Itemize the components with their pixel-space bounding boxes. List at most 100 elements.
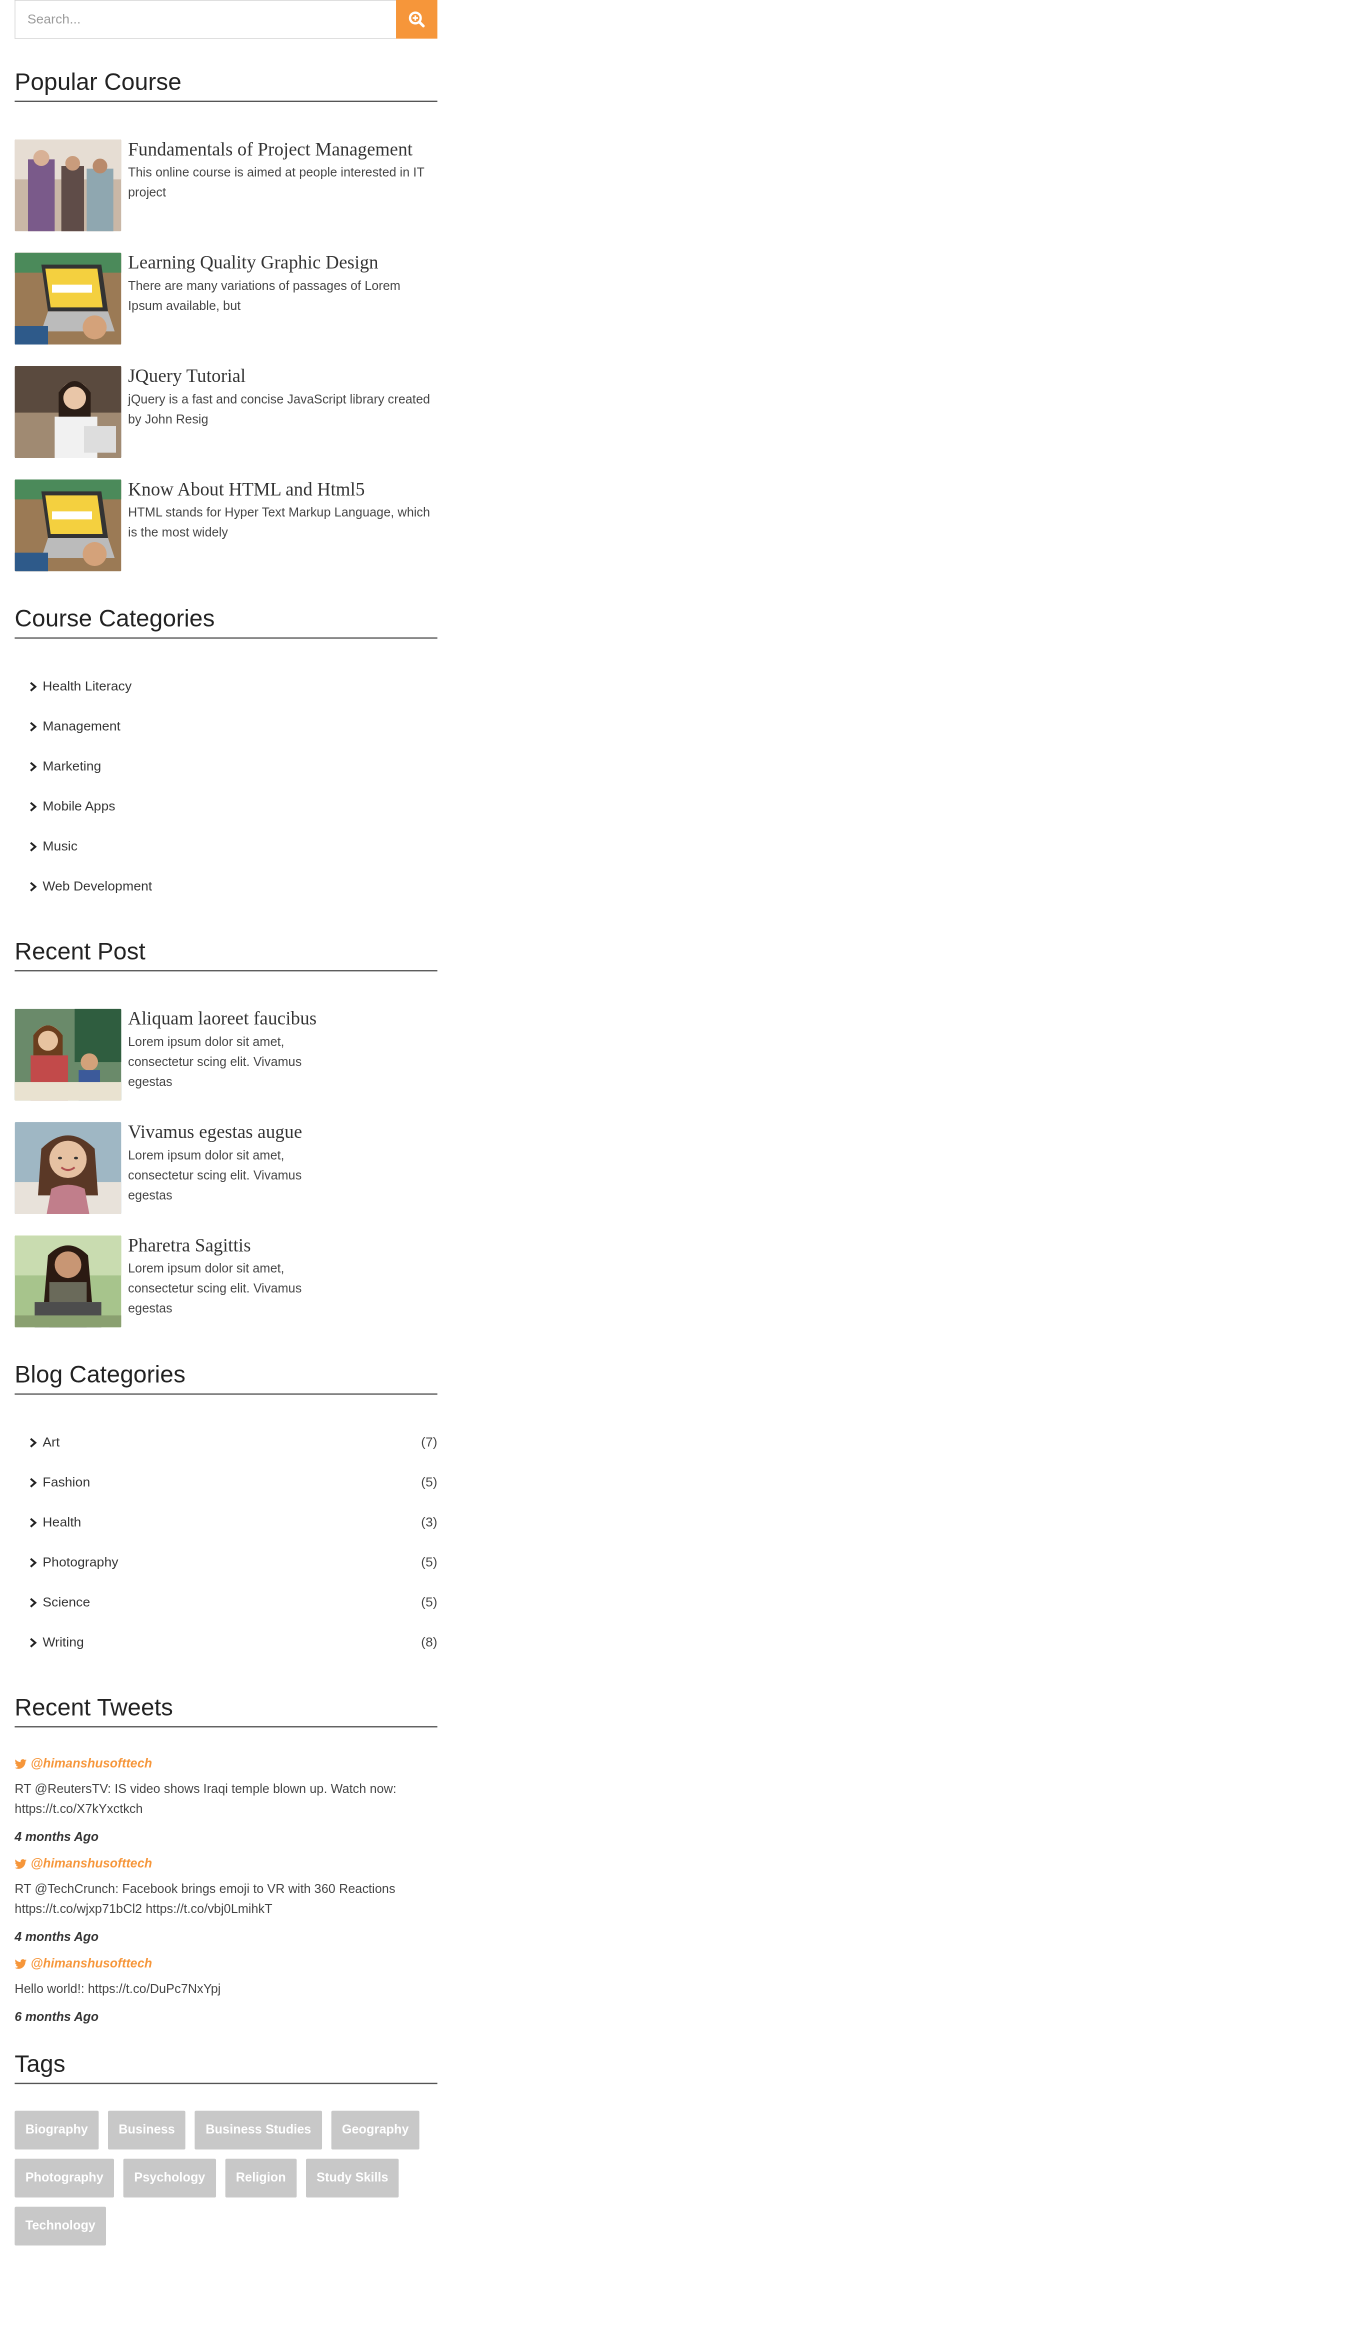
tag[interactable]: Photography: [14, 2158, 115, 2198]
course-item[interactable]: Fundamentals of Project Management This …: [14, 139, 438, 232]
tweet-text: Hello world!: https://t.co/DuPc7NxYpj: [14, 1982, 221, 1997]
tag[interactable]: Business: [107, 2110, 186, 2150]
post-item[interactable]: Pharetra Sagittis Lorem ipsum dolor sit …: [14, 1235, 438, 1328]
blog-category-label[interactable]: Health: [43, 1515, 82, 1530]
course-categories-widget: Course Categories Health Literacy Manage…: [14, 603, 438, 907]
post-count: (5): [421, 1555, 438, 1570]
tag[interactable]: Study Skills: [305, 2158, 400, 2198]
post-excerpt: Lorem ipsum dolor sit amet, consectetur …: [128, 1148, 302, 1203]
widget-title: Blog Categories: [14, 1359, 438, 1395]
course-title[interactable]: JQuery Tutorial: [128, 366, 437, 387]
category-label[interactable]: Marketing: [43, 759, 102, 774]
course-title[interactable]: Learning Quality Graphic Design: [128, 253, 437, 274]
chevron-right-icon: [30, 761, 37, 772]
search-form: [14, 0, 438, 39]
tweet-text: RT @ReutersTV: IS video shows Iraqi temp…: [14, 1782, 397, 1817]
post-count: (5): [421, 1475, 438, 1490]
course-thumbnail[interactable]: [14, 139, 122, 232]
chevron-right-icon: [30, 1437, 37, 1448]
blog-category-item[interactable]: Health (3): [28, 1503, 437, 1543]
blog-category-label[interactable]: Art: [43, 1435, 60, 1450]
course-item[interactable]: JQuery Tutorial jQuery is a fast and con…: [14, 366, 438, 459]
blog-category-item[interactable]: Fashion (5): [28, 1463, 437, 1503]
tag[interactable]: Business Studies: [194, 2110, 322, 2150]
twitter-icon: [14, 1859, 27, 1869]
category-label[interactable]: Health Literacy: [43, 679, 132, 694]
course-item[interactable]: Know About HTML and Html5 HTML stands fo…: [14, 479, 438, 572]
category-label[interactable]: Mobile Apps: [43, 799, 116, 814]
chevron-right-icon: [30, 721, 37, 732]
widget-title: Course Categories: [14, 603, 438, 639]
search-button[interactable]: [396, 0, 438, 39]
post-title[interactable]: Vivamus egestas augue: [128, 1122, 328, 1143]
recent-post-widget: Recent Post Aliquam laoreet faucibus Lor…: [14, 936, 438, 1328]
category-item[interactable]: Health Literacy: [28, 667, 437, 707]
post-thumbnail[interactable]: [14, 1122, 122, 1215]
search-icon: [408, 11, 425, 28]
post-count: (7): [421, 1435, 438, 1450]
tweet-handle[interactable]: @himanshusofttech: [31, 1757, 152, 1772]
category-item[interactable]: Marketing: [28, 747, 437, 787]
chevron-right-icon: [30, 1557, 37, 1568]
blog-category-item[interactable]: Art (7): [28, 1423, 437, 1463]
post-item[interactable]: Aliquam laoreet faucibus Lorem ipsum dol…: [14, 1008, 438, 1101]
blog-category-item[interactable]: Writing (8): [28, 1623, 437, 1663]
tweet: @himanshusofttech RT @ReutersTV: IS vide…: [14, 1754, 438, 1849]
post-excerpt: Lorem ipsum dolor sit amet, consectetur …: [128, 1035, 302, 1090]
post-count: (5): [421, 1595, 438, 1610]
course-thumbnail[interactable]: [14, 366, 122, 459]
post-excerpt: Lorem ipsum dolor sit amet, consectetur …: [128, 1262, 302, 1317]
blog-category-item[interactable]: Photography (5): [28, 1543, 437, 1583]
category-item[interactable]: Music: [28, 827, 437, 867]
category-item[interactable]: Web Development: [28, 867, 437, 907]
chevron-right-icon: [30, 881, 37, 892]
blog-category-item[interactable]: Science (5): [28, 1583, 437, 1623]
twitter-icon: [14, 1759, 27, 1769]
category-label[interactable]: Web Development: [43, 879, 152, 894]
tag[interactable]: Technology: [14, 2206, 107, 2246]
post-thumbnail[interactable]: [14, 1008, 122, 1101]
category-label[interactable]: Management: [43, 719, 121, 734]
tweet-time: 4 months Ago: [14, 1930, 99, 1945]
post-title[interactable]: Aliquam laoreet faucibus: [128, 1009, 328, 1030]
chevron-right-icon: [30, 801, 37, 812]
tag[interactable]: Psychology: [123, 2158, 216, 2198]
blog-category-list: Art (7) Fashion (5) Health (3) Photography (…: [15, 1423, 438, 1663]
category-item[interactable]: Mobile Apps: [28, 787, 437, 827]
widget-title: Popular Course: [14, 67, 438, 103]
blog-category-label[interactable]: Photography: [43, 1555, 119, 1570]
blog-categories-widget: Blog Categories Art (7) Fashion (5) Health…: [14, 1359, 438, 1663]
course-description: HTML stands for Hyper Text Markup Langua…: [128, 506, 431, 541]
tweet: @himanshusofttech Hello world!: https://…: [14, 1954, 438, 2029]
tweet-handle[interactable]: @himanshusofttech: [31, 1857, 152, 1872]
course-title[interactable]: Know About HTML and Html5: [128, 479, 437, 500]
tweet-handle[interactable]: @himanshusofttech: [31, 1957, 152, 1972]
category-label[interactable]: Music: [43, 839, 78, 854]
tweet-time: 6 months Ago: [14, 2010, 99, 2025]
course-thumbnail[interactable]: [14, 252, 122, 345]
widget-title: Recent Tweets: [14, 1692, 438, 1728]
widget-title: Tags: [14, 2049, 438, 2085]
post-item[interactable]: Vivamus egestas augue Lorem ipsum dolor …: [14, 1122, 438, 1215]
category-item[interactable]: Management: [28, 707, 437, 747]
tag-cloud: Biography Business Business Studies Geog…: [14, 2110, 438, 2246]
tag[interactable]: Religion: [225, 2158, 297, 2198]
post-title[interactable]: Pharetra Sagittis: [128, 1235, 328, 1256]
chevron-right-icon: [30, 681, 37, 692]
tag[interactable]: Biography: [14, 2110, 99, 2150]
blog-category-label[interactable]: Writing: [43, 1635, 84, 1650]
blog-category-label[interactable]: Science: [43, 1595, 90, 1610]
tag[interactable]: Geography: [331, 2110, 420, 2150]
search-input[interactable]: [14, 0, 397, 39]
course-title[interactable]: Fundamentals of Project Management: [128, 139, 437, 160]
chevron-right-icon: [30, 1597, 37, 1608]
chevron-right-icon: [30, 1517, 37, 1528]
tweet-time: 4 months Ago: [14, 1830, 99, 1845]
twitter-icon: [14, 1959, 27, 1969]
blog-category-label[interactable]: Fashion: [43, 1475, 90, 1490]
course-item[interactable]: Learning Quality Graphic Design There ar…: [14, 252, 438, 345]
course-description: jQuery is a fast and concise JavaScript …: [128, 392, 431, 427]
course-thumbnail[interactable]: [14, 479, 122, 572]
popular-course-widget: Popular Course Fundamentals of Project M…: [14, 67, 438, 572]
post-thumbnail[interactable]: [14, 1235, 122, 1328]
